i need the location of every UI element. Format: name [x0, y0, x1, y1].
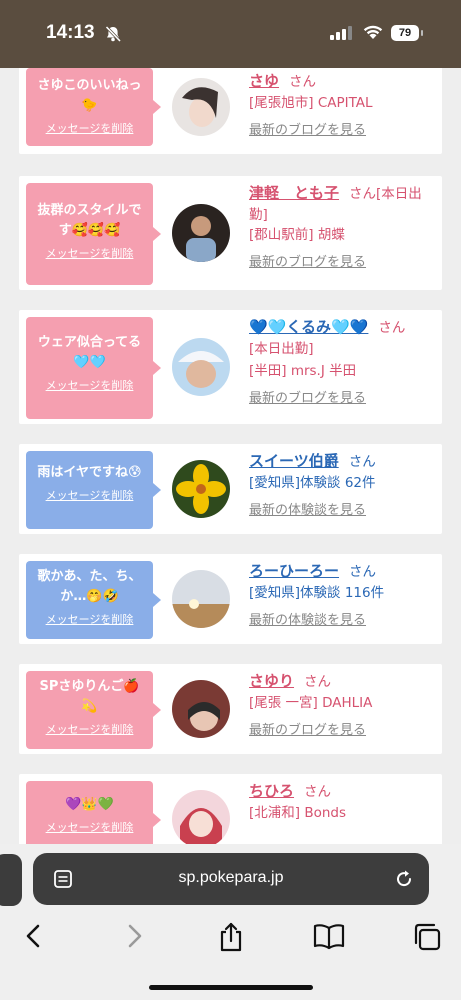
share-icon[interactable] — [218, 922, 244, 952]
message-bubble: 雨はイヤですね😰 メッセージを削除 — [26, 451, 161, 529]
delete-message-link[interactable]: メッセージを削除 — [26, 721, 153, 737]
forward-icon[interactable] — [122, 922, 146, 950]
avatar[interactable] — [172, 78, 230, 136]
list-item: さゆこのいいねっ🐤 メッセージを削除 さゆ さん [尾張旭市] CAPITAL 最… — [19, 68, 442, 154]
cellular-signal-icon — [330, 26, 352, 40]
delete-message-link[interactable]: メッセージを削除 — [26, 819, 153, 835]
message-text: 💜👑💚 — [65, 797, 114, 812]
cast-name-link[interactable]: さゆり — [249, 672, 294, 690]
wifi-icon — [363, 25, 383, 39]
review-count: [愛知県]体験談 116件 — [249, 585, 385, 601]
shop-info: [郡山駅前] 胡蝶 — [249, 227, 345, 243]
message-bubble: ウェア似合ってる🩵🩵 メッセージを削除 — [26, 317, 161, 419]
delete-message-link[interactable]: メッセージを削除 — [26, 487, 153, 503]
shop-info: [尾張 一宮] DAHLIA — [249, 695, 373, 711]
message-bubble: 抜群のスタイルです🥰🥰🥰 メッセージを削除 — [26, 183, 161, 285]
list-item: 抜群のスタイルです🥰🥰🥰 メッセージを削除 津軽 とも子 さん[本日出勤] [郡山… — [19, 176, 442, 290]
avatar[interactable] — [172, 790, 230, 844]
delete-message-link[interactable]: メッセージを削除 — [26, 611, 153, 627]
name-suffix: さん — [348, 454, 376, 470]
avatar[interactable] — [172, 570, 230, 628]
message-text: 抜群のスタイルです🥰🥰🥰 — [37, 203, 142, 238]
delete-message-link[interactable]: メッセージを削除 — [26, 377, 153, 393]
message-text: SPさゆりんご🍎💫 — [39, 679, 140, 714]
url-text: sp.pokepara.jp — [178, 869, 284, 886]
latest-blog-link[interactable]: 最新のブログを見る — [249, 251, 437, 270]
message-bubble: SPさゆりんご🍎💫 メッセージを削除 — [26, 671, 161, 749]
status-time: 14:13 — [46, 22, 95, 43]
reload-icon[interactable] — [393, 868, 415, 890]
list-item: 💜👑💚 メッセージを削除 ちひろ さん [北浦和] Bonds — [19, 774, 442, 844]
message-list[interactable]: さゆこのいいねっ🐤 メッセージを削除 さゆ さん [尾張旭市] CAPITAL 最… — [0, 68, 461, 844]
cast-name-link[interactable]: 💙🩵くるみ🩵💙 — [249, 318, 368, 336]
review-count: [愛知県]体験談 62件 — [249, 475, 376, 491]
shop-info: [北浦和] Bonds — [249, 805, 347, 821]
message-bubble: 歌かあ、た、ち、か…🤭🤣 メッセージを削除 — [26, 561, 161, 639]
message-bubble: 💜👑💚 メッセージを削除 — [26, 781, 161, 844]
avatar[interactable] — [172, 338, 230, 396]
name-suffix: さん — [304, 674, 332, 690]
latest-blog-link[interactable]: 最新のブログを見る — [249, 387, 437, 406]
message-text: 歌かあ、た、ち、か…🤭🤣 — [37, 569, 142, 604]
status-info: [本日出勤] — [249, 341, 314, 357]
card-info: スイーツ伯爵 さん [愛知県]体験談 62件 最新の体験談を見る — [249, 450, 437, 518]
previous-tab-preview[interactable] — [0, 854, 22, 906]
name-suffix: さん — [378, 320, 406, 336]
card-info: さゆり さん [尾張 一宮] DAHLIA 最新のブログを見る — [249, 670, 437, 738]
reviewer-name-link[interactable]: ろーひーろー — [249, 562, 339, 580]
avatar[interactable] — [172, 204, 230, 262]
bookmarks-icon[interactable] — [313, 922, 345, 950]
message-text: さゆこのいいねっ🐤 — [37, 78, 142, 113]
list-item: SPさゆりんご🍎💫 メッセージを削除 さゆり さん [尾張 一宮] DAHLIA … — [19, 664, 442, 754]
status-bar: 14:13 79 — [0, 0, 461, 68]
delete-message-link[interactable]: メッセージを削除 — [26, 245, 153, 261]
avatar[interactable] — [172, 460, 230, 518]
cast-name-link[interactable]: ちひろ — [249, 782, 294, 800]
name-suffix: さん — [349, 564, 377, 580]
shop-info: [尾張旭市] CAPITAL — [249, 95, 373, 111]
name-suffix: さん — [289, 74, 317, 90]
cast-name-link[interactable]: さゆ — [249, 72, 279, 90]
address-bar[interactable]: sp.pokepara.jp — [33, 853, 429, 905]
card-info: さゆ さん [尾張旭市] CAPITAL 最新のブログを見る — [249, 70, 437, 138]
tabs-icon[interactable] — [412, 922, 442, 952]
cast-name-link[interactable]: 津軽 とも子 — [249, 184, 339, 202]
latest-review-link[interactable]: 最新の体験談を見る — [249, 609, 437, 628]
latest-blog-link[interactable]: 最新のブログを見る — [249, 719, 437, 738]
reviewer-name-link[interactable]: スイーツ伯爵 — [249, 452, 339, 470]
card-info: ちひろ さん [北浦和] Bonds — [249, 780, 437, 823]
card-info: 💙🩵くるみ🩵💙 さん [本日出勤] [半田] mrs.J 半田 最新のブログを見る — [249, 316, 437, 406]
battery-tip — [421, 30, 423, 36]
message-text: 雨はイヤですね😰 — [37, 465, 142, 480]
name-suffix: さん — [304, 784, 332, 800]
avatar[interactable] — [172, 680, 230, 738]
message-bubble: さゆこのいいねっ🐤 メッセージを削除 — [26, 68, 161, 146]
delete-message-link[interactable]: メッセージを削除 — [26, 120, 153, 136]
latest-review-link[interactable]: 最新の体験談を見る — [249, 499, 437, 518]
home-indicator — [149, 985, 313, 990]
list-item: ウェア似合ってる🩵🩵 メッセージを削除 💙🩵くるみ🩵💙 さん [本日出勤] [半田… — [19, 310, 442, 424]
message-text: ウェア似合ってる🩵🩵 — [37, 335, 142, 370]
shop-info: [半田] mrs.J 半田 — [249, 363, 357, 379]
browser-toolbar: sp.pokepara.jp — [0, 844, 461, 1000]
bell-muted-icon — [105, 25, 122, 43]
card-info: ろーひーろー さん [愛知県]体験談 116件 最新の体験談を見る — [249, 560, 437, 628]
latest-blog-link[interactable]: 最新のブログを見る — [249, 119, 437, 138]
list-item: 雨はイヤですね😰 メッセージを削除 スイーツ伯爵 さん [愛知県]体験談 62件 … — [19, 444, 442, 534]
battery-indicator: 79 — [391, 25, 419, 41]
list-item: 歌かあ、た、ち、か…🤭🤣 メッセージを削除 ろーひーろー さん [愛知県]体験談 … — [19, 554, 442, 644]
back-icon[interactable] — [22, 922, 46, 950]
card-info: 津軽 とも子 さん[本日出勤] [郡山駅前] 胡蝶 最新のブログを見る — [249, 182, 437, 270]
